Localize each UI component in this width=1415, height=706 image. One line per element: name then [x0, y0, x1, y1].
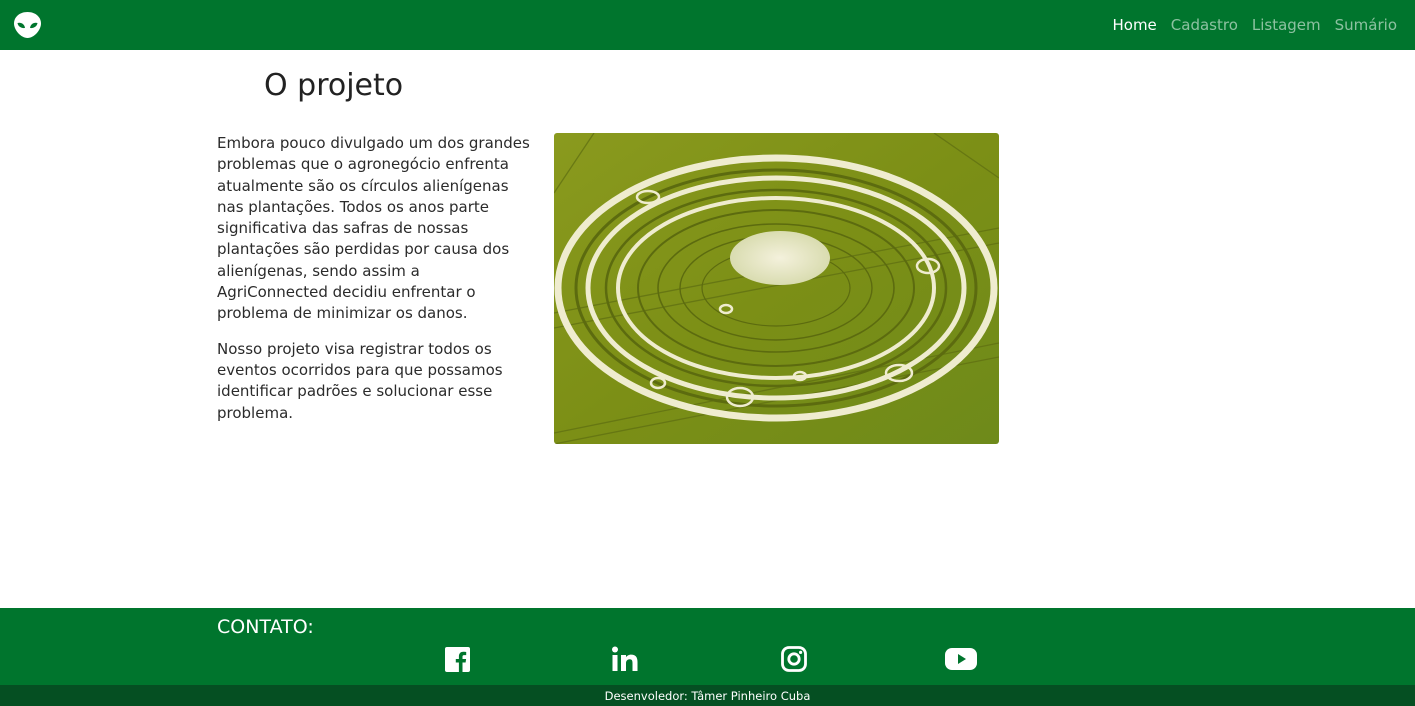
paragraph-intro: Embora pouco divulgado um dos grandes pr… — [217, 134, 530, 323]
youtube-icon[interactable] — [945, 645, 977, 673]
crop-circle-photo — [554, 133, 999, 444]
page-title: O projeto — [264, 68, 404, 103]
contact-label: CONTATO: — [217, 616, 314, 638]
nav-sumario[interactable]: Sumário — [1335, 16, 1397, 34]
project-description: Embora pouco divulgado um dos grandes pr… — [217, 133, 535, 438]
nav-listagem[interactable]: Listagem — [1252, 16, 1321, 34]
developer-bar: Desenvoledor: Tâmer Pinheiro Cuba — [0, 685, 1415, 706]
linkedin-icon[interactable] — [609, 645, 641, 673]
main-nav: Home Cadastro Listagem Sumário — [1112, 0, 1397, 50]
nav-home[interactable]: Home — [1112, 16, 1156, 34]
nav-cadastro[interactable]: Cadastro — [1171, 16, 1238, 34]
facebook-icon[interactable] — [441, 645, 473, 673]
paragraph-goal: Nosso projeto visa registrar todos os ev… — [217, 339, 503, 422]
developer-credit: Desenvoledor: Tâmer Pinheiro Cuba — [604, 688, 811, 703]
footer: CONTATO: — [0, 608, 1415, 685]
instagram-icon[interactable] — [778, 645, 810, 673]
top-navbar: Home Cadastro Listagem Sumário — [0, 0, 1415, 50]
alien-icon[interactable] — [13, 11, 42, 39]
